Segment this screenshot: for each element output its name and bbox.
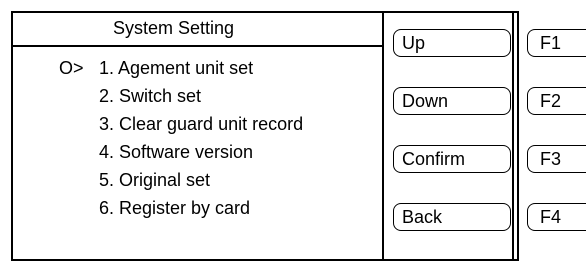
confirm-button[interactable]: Confirm <box>393 145 511 173</box>
menu-item-switch-set[interactable]: 2. Switch set <box>99 85 201 107</box>
f4-key[interactable]: F4 <box>527 203 586 231</box>
title-divider <box>13 45 384 47</box>
f3-key[interactable]: F3 <box>527 145 586 173</box>
menu-item-clear-guard-unit-record[interactable]: 3. Clear guard unit record <box>99 113 303 135</box>
selection-cursor-icon: O> <box>59 58 84 78</box>
up-button[interactable]: Up <box>393 29 511 57</box>
f1-key[interactable]: F1 <box>527 29 586 57</box>
menu-item-original-set[interactable]: 5. Original set <box>99 169 210 191</box>
down-button[interactable]: Down <box>393 87 511 115</box>
menu-item-agement-unit-set[interactable]: 1. Agement unit set <box>99 57 253 79</box>
menu-item-software-version[interactable]: 4. Software version <box>99 141 253 163</box>
back-button[interactable]: Back <box>393 203 511 231</box>
menu-item-register-by-card[interactable]: 6. Register by card <box>99 197 250 219</box>
screen-title: System Setting <box>113 18 235 38</box>
f2-key[interactable]: F2 <box>527 87 586 115</box>
